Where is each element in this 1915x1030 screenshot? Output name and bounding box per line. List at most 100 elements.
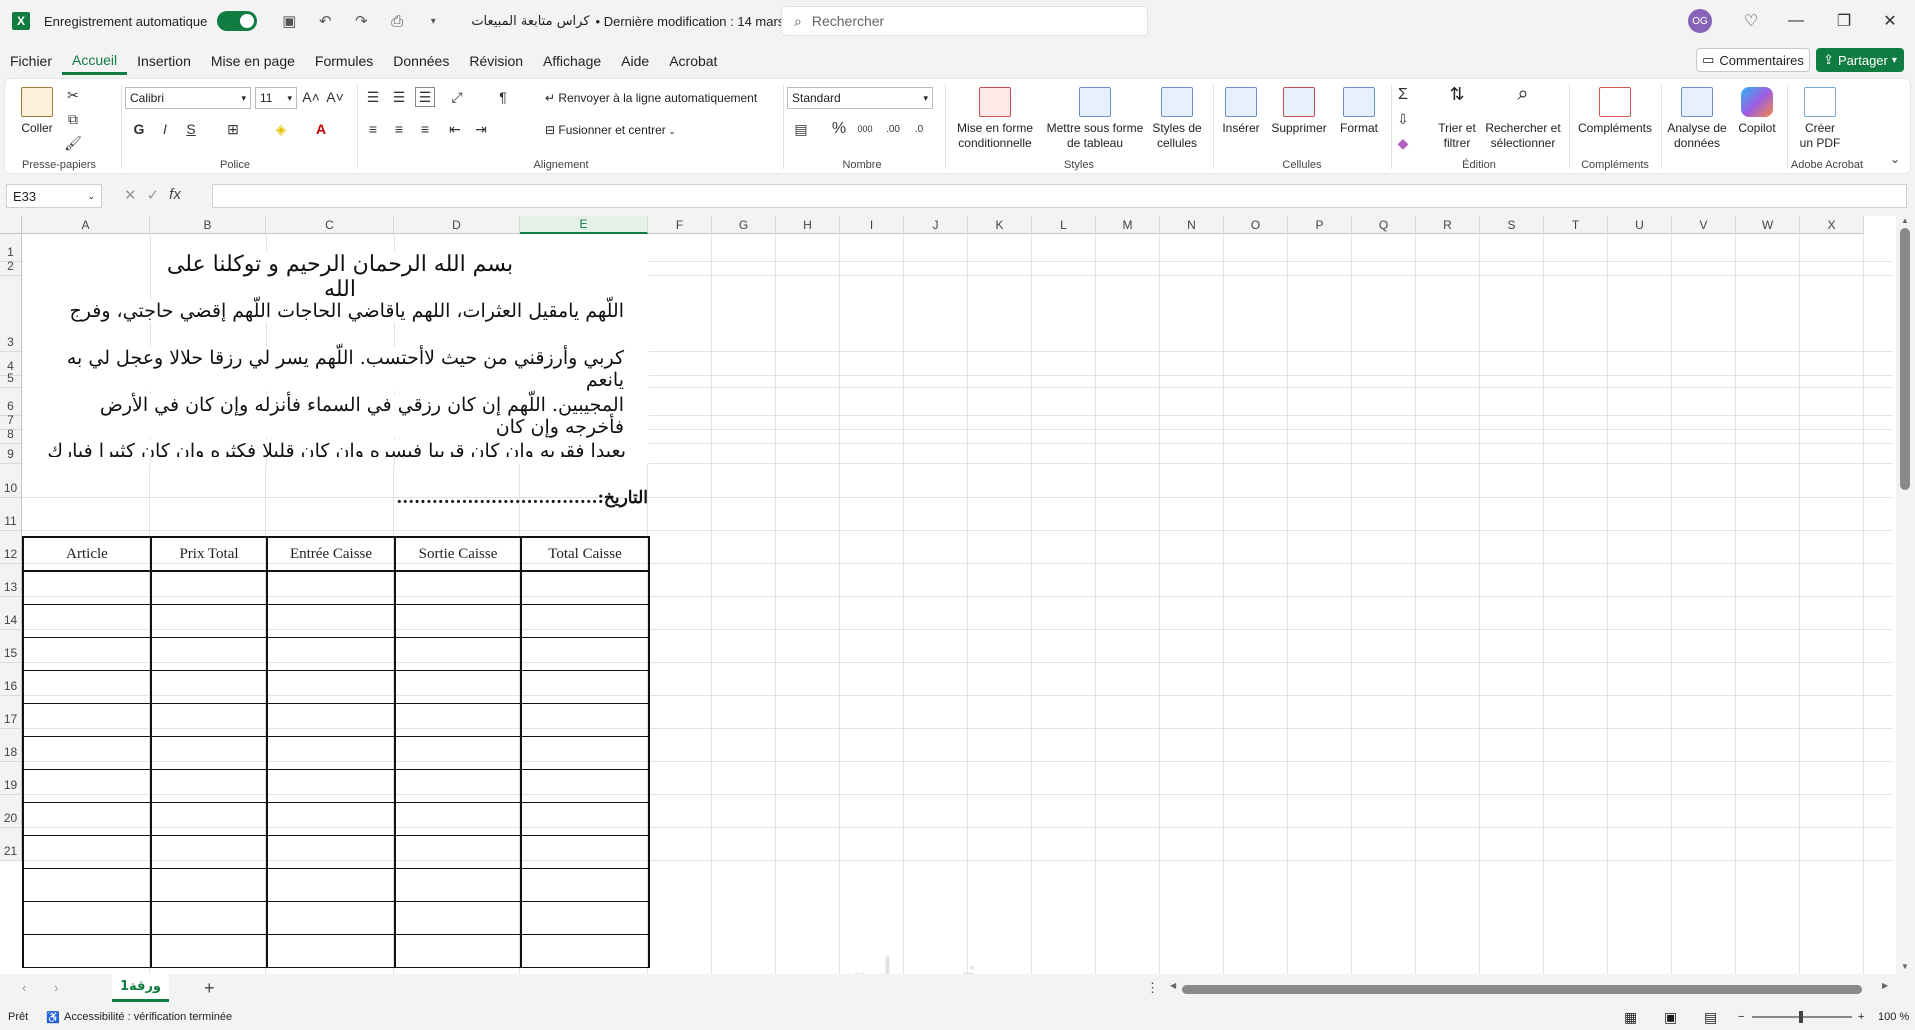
tab-accueil[interactable]: Accueil xyxy=(62,47,128,75)
table-cell[interactable] xyxy=(266,637,396,671)
row-header-19[interactable]: 19 xyxy=(0,762,22,795)
table-cell[interactable] xyxy=(150,604,268,638)
table-cell[interactable] xyxy=(22,637,152,671)
table-cell[interactable] xyxy=(394,736,522,770)
column-header-c[interactable]: C xyxy=(266,216,394,234)
row-header-8[interactable]: 8 xyxy=(0,427,22,444)
sort-filter-button[interactable]: ⇅ Trier et filtrer xyxy=(1433,85,1481,151)
align-middle-icon[interactable]: ☰ xyxy=(389,87,409,107)
row-header-11[interactable]: 11 xyxy=(0,498,22,531)
shrink-font-icon[interactable]: A˅ xyxy=(325,87,345,107)
align-right-icon[interactable]: ≡ xyxy=(415,119,435,139)
table-cell[interactable] xyxy=(394,604,522,638)
table-cell[interactable] xyxy=(520,670,650,704)
column-header-w[interactable]: W xyxy=(1736,216,1800,234)
table-cell[interactable] xyxy=(520,571,650,605)
table-cell[interactable] xyxy=(394,835,522,869)
table-cell[interactable] xyxy=(22,703,152,737)
table-cell[interactable] xyxy=(266,835,396,869)
header-entree-caisse[interactable]: Entrée Caisse xyxy=(266,536,396,572)
copy-icon[interactable]: ⧉ xyxy=(63,109,83,129)
table-cell[interactable] xyxy=(150,670,268,704)
zoom-slider-thumb[interactable] xyxy=(1799,1011,1803,1023)
table-cell[interactable] xyxy=(22,604,152,638)
text-direction-icon[interactable]: ¶ xyxy=(493,87,513,107)
column-header-k[interactable]: K xyxy=(968,216,1032,234)
scroll-down-icon[interactable]: ▼ xyxy=(1901,962,1909,971)
undo-icon[interactable]: ↶ xyxy=(313,9,337,33)
percent-icon[interactable]: % xyxy=(829,119,849,139)
format-as-table-button[interactable]: Mettre sous forme de tableau xyxy=(1045,87,1145,151)
table-cell[interactable] xyxy=(394,769,522,803)
table-cell[interactable] xyxy=(150,769,268,803)
zoom-out-button[interactable]: − xyxy=(1738,1011,1744,1023)
more-options-icon[interactable]: ⋮ xyxy=(1146,980,1159,996)
bold-button[interactable]: G xyxy=(129,119,149,139)
cancel-icon[interactable]: ✕ xyxy=(124,186,137,204)
fill-icon[interactable]: ⇩ xyxy=(1393,109,1413,129)
column-header-d[interactable]: D xyxy=(394,216,520,234)
table-cell[interactable] xyxy=(520,703,650,737)
column-header-g[interactable]: G xyxy=(712,216,776,234)
column-header-o[interactable]: O xyxy=(1224,216,1288,234)
header-sortie-caisse[interactable]: Sortie Caisse xyxy=(394,536,522,572)
column-header-v[interactable]: V xyxy=(1672,216,1736,234)
table-cell[interactable] xyxy=(266,703,396,737)
autosum-icon[interactable]: Σ xyxy=(1393,85,1413,105)
create-pdf-button[interactable]: Créer un PDF xyxy=(1795,87,1845,151)
decrease-decimal-icon[interactable]: .0 xyxy=(909,119,929,139)
row-header-13[interactable]: 13 xyxy=(0,564,22,597)
table-cell[interactable] xyxy=(22,934,152,968)
column-header-x[interactable]: X xyxy=(1800,216,1864,234)
comments-button[interactable]: ▭ Commentaires xyxy=(1696,48,1810,72)
table-cell[interactable] xyxy=(520,835,650,869)
horizontal-scroll-thumb[interactable] xyxy=(1182,985,1862,994)
avatar[interactable]: OG xyxy=(1688,9,1712,33)
tab-affichage[interactable]: Affichage xyxy=(533,47,611,75)
tab-aide[interactable]: Aide xyxy=(611,47,659,75)
table-cell[interactable] xyxy=(394,934,522,968)
row-header-20[interactable]: 20 xyxy=(0,795,22,828)
tab-fichier[interactable]: Fichier xyxy=(0,47,62,75)
table-cell[interactable] xyxy=(520,901,650,935)
column-header-b[interactable]: B xyxy=(150,216,266,234)
wrap-text-button[interactable]: ↵ Renvoyer à la ligne automatiquement xyxy=(545,91,757,106)
conditional-format-button[interactable]: Mise en forme conditionnelle xyxy=(949,87,1041,151)
table-cell[interactable] xyxy=(22,571,152,605)
document-title[interactable]: كراس متابعة المبيعات • Dernière modifica… xyxy=(471,14,798,29)
italic-button[interactable]: I xyxy=(155,119,175,139)
table-cell[interactable] xyxy=(266,868,396,902)
table-cell[interactable] xyxy=(520,934,650,968)
column-header-j[interactable]: J xyxy=(904,216,968,234)
format-painter-icon[interactable]: 🖌 xyxy=(63,133,83,153)
header-article[interactable]: Article xyxy=(22,536,152,572)
row-header-15[interactable]: 15 xyxy=(0,630,22,663)
column-header-n[interactable]: N xyxy=(1160,216,1224,234)
search-input[interactable]: ⌕ Rechercher xyxy=(781,6,1148,36)
row-header-12[interactable]: 12 xyxy=(0,531,22,564)
format-cells-button[interactable]: Format xyxy=(1333,87,1385,136)
underline-button[interactable]: S xyxy=(181,119,201,139)
table-cell[interactable] xyxy=(520,868,650,902)
column-header-f[interactable]: F xyxy=(648,216,712,234)
tab-formules[interactable]: Formules xyxy=(305,47,383,75)
page-layout-icon[interactable]: ▣ xyxy=(1664,1009,1677,1026)
table-cell[interactable] xyxy=(150,571,268,605)
table-cell[interactable] xyxy=(520,802,650,836)
column-header-u[interactable]: U xyxy=(1608,216,1672,234)
normal-view-icon[interactable]: ▦ xyxy=(1624,1009,1637,1026)
table-cell[interactable] xyxy=(394,703,522,737)
table-cell[interactable] xyxy=(394,868,522,902)
table-cell[interactable] xyxy=(520,736,650,770)
analyze-data-button[interactable]: Analyse de données xyxy=(1665,87,1729,151)
vertical-scrollbar[interactable]: ▲ ▼ xyxy=(1896,216,1915,974)
font-size-select[interactable]: 11 ▾ xyxy=(255,87,297,109)
increase-indent-icon[interactable]: ⇥ xyxy=(471,119,491,139)
increase-decimal-icon[interactable]: .00 xyxy=(883,119,903,139)
table-cell[interactable] xyxy=(520,769,650,803)
zoom-slider[interactable] xyxy=(1752,1011,1852,1023)
table-cell[interactable] xyxy=(266,901,396,935)
formula-input[interactable] xyxy=(212,184,1907,208)
table-cell[interactable] xyxy=(266,571,396,605)
orientation-icon[interactable]: ⤢ xyxy=(447,87,467,107)
